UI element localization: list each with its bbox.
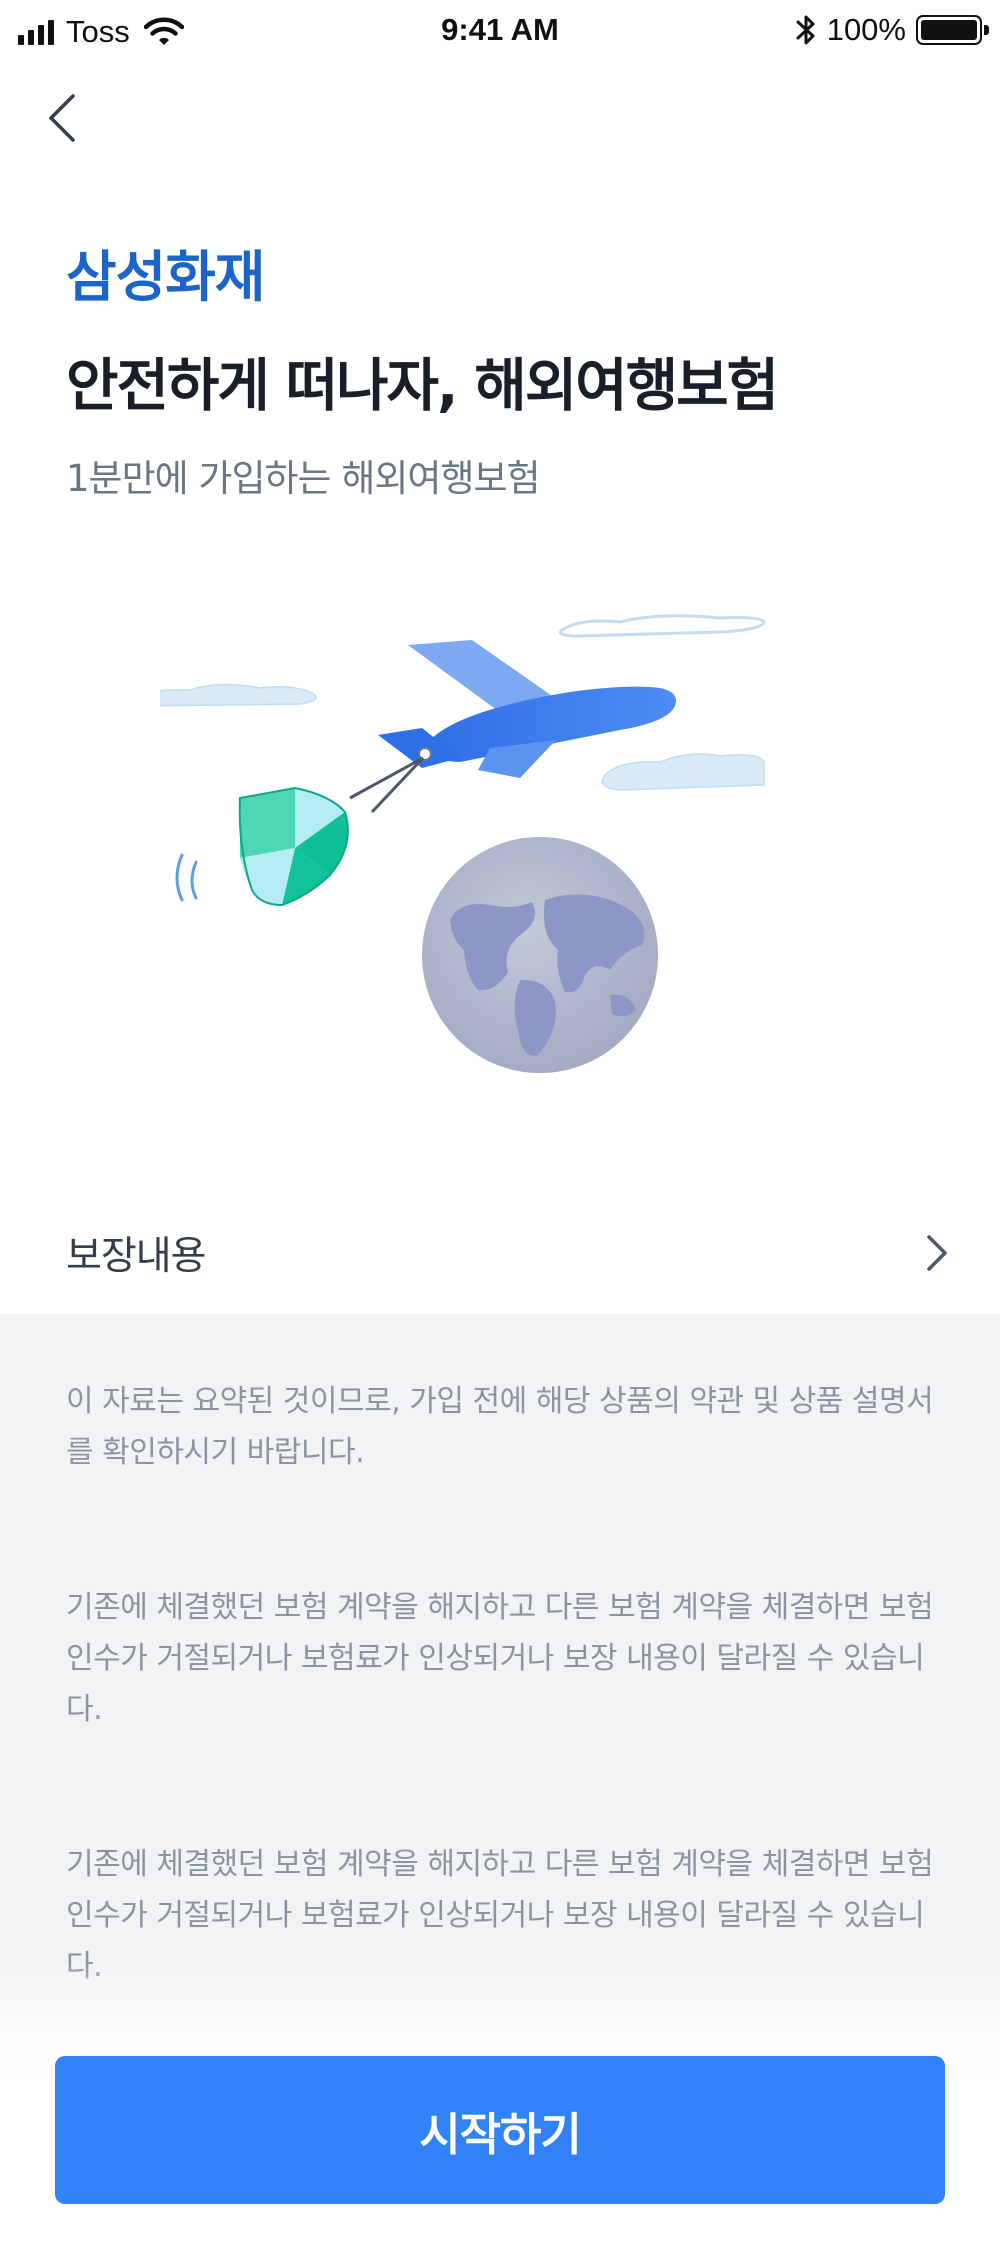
- page-subtitle: 1분만에 가입하는 해외여행보험: [66, 457, 541, 500]
- chevron-left-icon: [49, 94, 75, 142]
- cloud-icon: [160, 683, 317, 707]
- status-bar: Toss 9:41 AM 100%: [0, 0, 1000, 62]
- cloud-icon: [559, 614, 766, 638]
- airplane-globe-illustration: [160, 614, 766, 1073]
- globe-icon: [422, 837, 658, 1073]
- notice-paragraph: 이 자료는 요약된 것이므로, 가입 전에 해당 상품의 약관 및 상품 설명서…: [66, 1384, 934, 1470]
- battery-percent: 100%: [826, 12, 906, 47]
- page-title: 안전하게 떠나자, 해외여행보험: [66, 353, 779, 419]
- coverage-row[interactable]: 보장내용: [0, 1192, 1000, 1314]
- start-button[interactable]: 시작하기: [55, 2056, 945, 2204]
- battery-icon: [916, 15, 989, 45]
- coverage-label: 보장내용: [66, 1234, 207, 1279]
- chevron-right-icon: [927, 1235, 947, 1271]
- shield-icon: [238, 786, 349, 907]
- bluetooth-icon: [796, 15, 815, 45]
- brand-name: 삼성화재: [66, 245, 265, 309]
- status-right: 100%: [795, 12, 989, 48]
- notice-paragraph: 기존에 체결했던 보험 계약을 해지하고 다른 보험 계약을 체결하면 보험인수…: [66, 1590, 934, 1727]
- back-button[interactable]: [40, 88, 84, 148]
- cloud-icon: [601, 753, 765, 791]
